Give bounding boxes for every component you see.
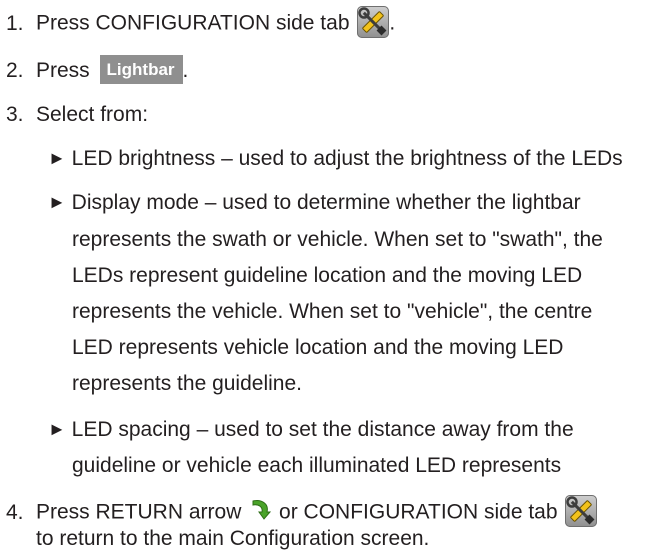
option-text-continued: LED represents vehicle location and the … xyxy=(72,336,564,359)
option-display-mode: ► Display mode – used to determine wheth… xyxy=(48,192,581,213)
option-text: Display mode – used to determine whether… xyxy=(71,191,581,214)
step-1: 1. Press CONFIGURATION side tab . xyxy=(6,6,396,40)
lightbar-button[interactable]: Lightbar xyxy=(99,55,183,84)
step-text-after: . xyxy=(182,59,189,83)
step-number: 2. xyxy=(6,59,24,83)
option-text-continued: represents the guideline. xyxy=(72,372,302,395)
step-text: Press xyxy=(36,59,90,83)
option-text-continued: represents the vehicle. When set to "veh… xyxy=(72,300,593,323)
option-led-spacing: ► LED spacing – used to set the distance… xyxy=(48,419,574,440)
step-3: 3. Select from: xyxy=(6,104,148,125)
option-text-continued: LEDs represent guideline location and th… xyxy=(72,264,583,287)
bullet-arrow-icon: ► xyxy=(48,148,66,168)
configuration-tools-icon xyxy=(357,6,390,38)
step-4-continued: to return to the main Configuration scre… xyxy=(36,527,430,550)
step-4: 4. Press RETURN arrow or CONFIGURATION si… xyxy=(6,495,598,529)
option-text: LED brightness – used to adjust the brig… xyxy=(71,147,623,170)
option-text: LED spacing – used to set the distance a… xyxy=(71,418,574,441)
option-led-brightness: ► LED brightness – used to adjust the br… xyxy=(48,148,623,169)
step-text: Press CONFIGURATION side tab xyxy=(36,11,350,35)
step-number: 1. xyxy=(6,11,24,35)
step-text: Select from: xyxy=(36,103,149,126)
step-2: 2. Press Lightbar. xyxy=(6,55,189,86)
bullet-arrow-icon: ► xyxy=(48,192,66,212)
option-text-continued: guideline or vehicle each illuminated LE… xyxy=(72,454,562,477)
step-text-middle: or CONFIGURATION side tab xyxy=(279,500,558,524)
step-text: Press RETURN arrow xyxy=(36,500,242,524)
bullet-arrow-icon: ► xyxy=(48,419,66,439)
step-number: 3. xyxy=(6,103,24,126)
configuration-tools-icon xyxy=(565,495,598,527)
step-number: 4. xyxy=(6,500,24,524)
option-text-continued: represents the swath or vehicle. When se… xyxy=(72,228,603,251)
return-arrow-icon xyxy=(247,496,273,522)
step-text-after: . xyxy=(389,11,396,35)
